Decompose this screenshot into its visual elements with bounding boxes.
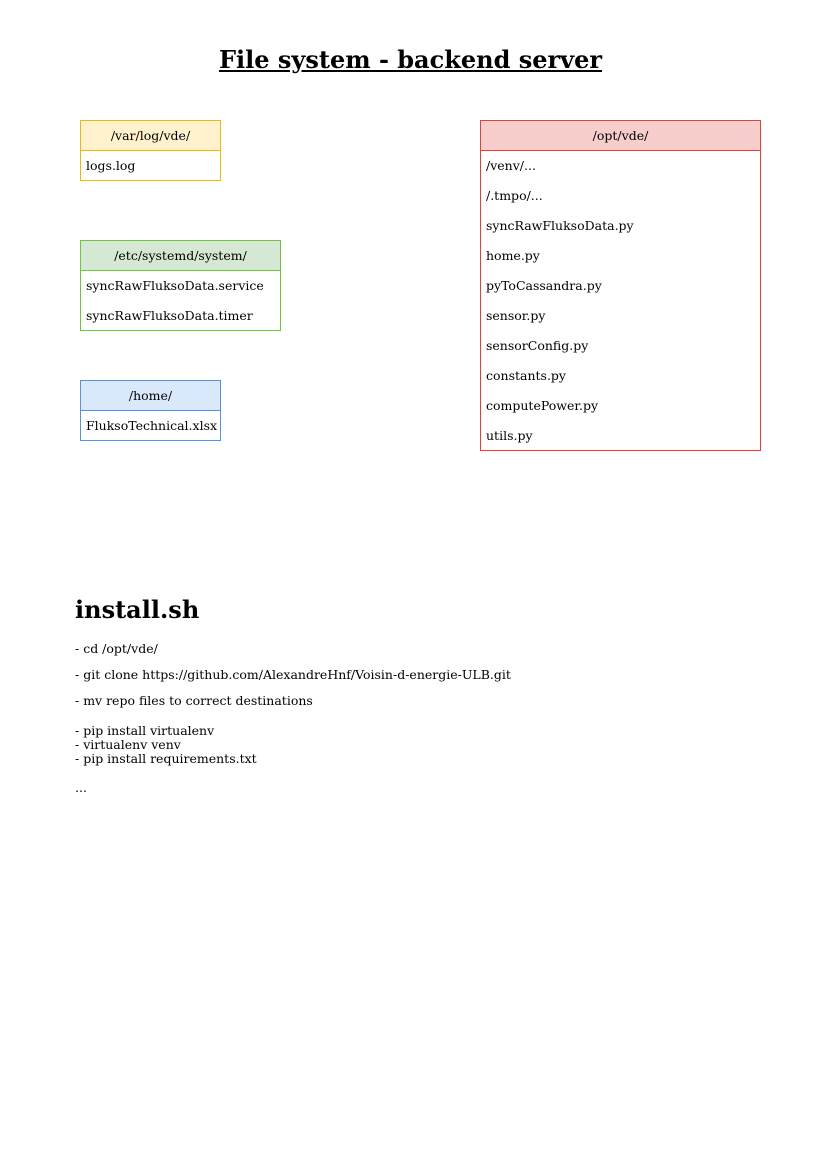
file-item: syncRawFluksoData.service — [86, 278, 264, 293]
folder-header: /etc/systemd/system/ — [81, 241, 280, 271]
folder-header: /home/ — [81, 381, 220, 411]
install-step: - pip install requirements.txt — [75, 751, 257, 766]
folder-opt-vde: /opt/vde/ /venv/... /.tmpo/... syncRawFl… — [480, 120, 761, 451]
folder-header: /var/log/vde/ — [81, 121, 220, 151]
install-section-title: install.sh — [75, 595, 200, 624]
install-step: - virtualenv venv — [75, 737, 181, 752]
file-item: /.tmpo/... — [486, 188, 543, 203]
file-item: constants.py — [486, 368, 566, 383]
install-step: - mv repo files to correct destinations — [75, 693, 313, 708]
folder-header: /opt/vde/ — [481, 121, 760, 151]
folder-etc-systemd-system: /etc/systemd/system/ syncRawFluksoData.s… — [80, 240, 281, 331]
file-item: syncRawFluksoData.timer — [86, 308, 253, 323]
folder-home: /home/ FluksoTechnical.xlsx — [80, 380, 221, 441]
folder-var-log-vde: /var/log/vde/ logs.log — [80, 120, 221, 181]
file-item: utils.py — [486, 428, 533, 443]
file-item: logs.log — [86, 158, 136, 173]
file-item: home.py — [486, 248, 540, 263]
file-item: sensorConfig.py — [486, 338, 589, 353]
file-item: computePower.py — [486, 398, 599, 413]
file-item: /venv/... — [486, 158, 536, 173]
install-step: - git clone https://github.com/Alexandre… — [75, 667, 511, 682]
install-step: - cd /opt/vde/ — [75, 641, 158, 656]
install-step: ... — [75, 780, 87, 795]
file-item: pyToCassandra.py — [486, 278, 602, 293]
file-item: sensor.py — [486, 308, 546, 323]
page-title: File system - backend server — [218, 45, 602, 74]
file-item: syncRawFluksoData.py — [486, 218, 634, 233]
install-step: - pip install virtualenv — [75, 723, 215, 738]
file-item: FluksoTechnical.xlsx — [86, 418, 218, 433]
